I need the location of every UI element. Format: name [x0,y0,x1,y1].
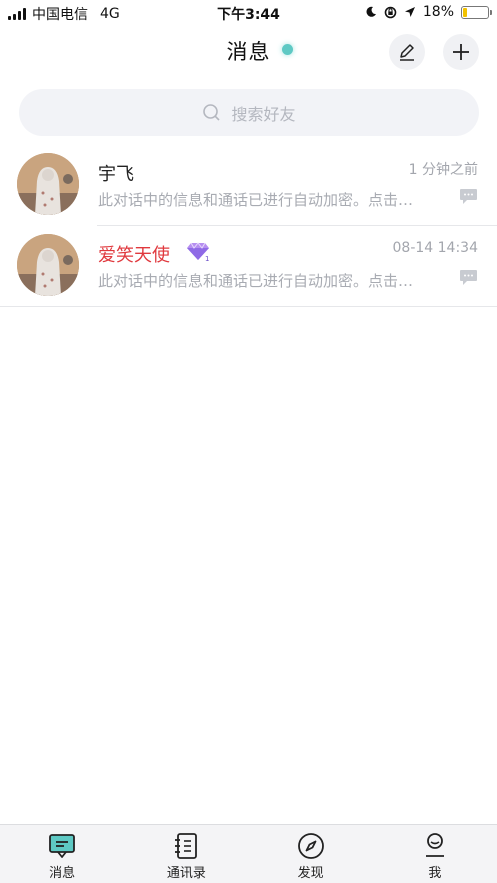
message-bubble-icon [460,270,477,285]
plus-icon [453,44,469,60]
avatar-photo [17,234,79,296]
divider [0,306,497,307]
page-title: 消息 [226,40,271,64]
message-time: 1 分钟之前 [408,162,478,178]
tab-label: 消息 [49,866,76,881]
tab-me[interactable]: 我 [373,825,497,883]
edit-button[interactable] [389,34,425,70]
message-bubble-icon [460,189,477,204]
battery-fill [463,7,468,17]
rotation-lock-icon [384,6,397,18]
chat-icon [49,834,76,858]
status-right: 18% [365,4,492,20]
diamond-icon: 1 [187,242,209,262]
search-placeholder: 搜索好友 [231,104,296,124]
message-preview: 此对话中的信息和通话已进行自动加密。点击… [98,191,414,209]
tab-contacts[interactable]: 通讯录 [124,825,248,883]
message-time: 08-14 14:34 [392,240,478,256]
contacts-icon [175,833,198,859]
message-preview: 此对话中的信息和通话已进行自动加密。点击… [98,272,414,290]
status-bar: 中国电信 4G 下午3:44 18% [0,0,497,26]
pencil-icon [400,44,414,61]
search-icon [203,104,221,121]
add-button[interactable] [443,34,479,70]
tab-label: 通讯录 [166,866,206,881]
location-arrow-icon [404,7,415,17]
header: 消息 [0,30,497,74]
avatar [17,234,79,296]
tab-messages[interactable]: 消息 [0,825,124,883]
battery-icon [461,5,492,19]
search-bar[interactable]: 搜索好友 [19,89,479,136]
online-status-dot [282,44,293,55]
avatar-photo [17,153,79,215]
tab-label: 我 [428,866,442,881]
moon-icon [366,6,376,17]
contact-name: 爱笑天使 [98,245,170,266]
avatar [17,153,79,215]
conversation-item[interactable]: 宇飞 1 分钟之前 此对话中的信息和通话已进行自动加密。点击… [0,145,497,226]
conversation-item[interactable]: 爱笑天使 1 08-14 14:34 此对话中的信息和通话已进行自动加密。点击… [0,226,497,307]
tab-label: 发现 [297,866,324,881]
profile-icon [425,833,444,857]
battery-percent: 18% [422,4,454,20]
tab-discover[interactable]: 发现 [249,825,373,883]
svg-text:1: 1 [205,255,209,262]
tab-bar: 消息 通讯录 发现 我 [0,824,497,883]
compass-icon [297,833,324,859]
contact-name: 宇飞 [98,164,134,185]
